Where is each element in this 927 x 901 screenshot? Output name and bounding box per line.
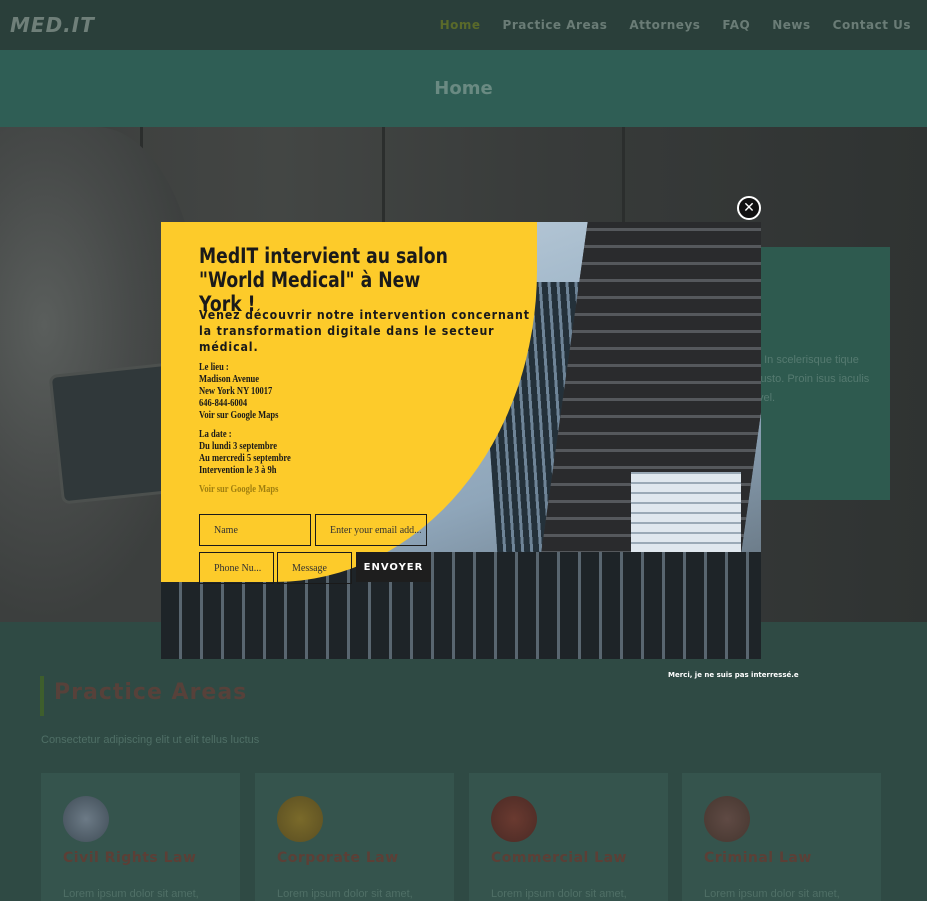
practice-card-civil-rights[interactable]: Civil Rights Law Lorem ipsum dolor sit a… — [41, 773, 240, 901]
event-popup: MedIT intervient au salon "World Medical… — [161, 222, 761, 659]
dove-icon — [63, 796, 109, 842]
nav-news[interactable]: News — [772, 18, 810, 32]
page-title-bar: Home — [0, 50, 927, 127]
practice-card-title: Civil Rights Law — [63, 850, 197, 866]
practice-card-corporate[interactable]: Corporate Law Lorem ipsum dolor sit amet… — [255, 773, 454, 901]
place-info: Le lieu : Madison Avenue New York NY 100… — [199, 362, 369, 422]
section-accent-bar — [40, 676, 44, 716]
scales-icon — [277, 796, 323, 842]
place-line: Voir sur Google Maps — [199, 410, 279, 421]
hero-card-text: . In scelerisque tique justo. Proin isus… — [758, 354, 870, 404]
submit-button[interactable]: ENVOYER — [356, 552, 431, 582]
nav-attorneys[interactable]: Attorneys — [629, 18, 700, 32]
popup-lead: Venez découvrir notre intervention conce… — [199, 307, 530, 354]
site-logo[interactable]: MED.IT — [10, 13, 95, 37]
page-title: Home — [434, 78, 493, 99]
practice-areas-section: Practice Areas Consectetur adipiscing el… — [0, 622, 927, 901]
gavel-icon — [704, 796, 750, 842]
practice-card-desc: Lorem ipsum dolor sit amet, — [491, 888, 627, 900]
practice-card-criminal[interactable]: Criminal Law Lorem ipsum dolor sit amet, — [682, 773, 881, 901]
date-label: La date : — [199, 429, 232, 440]
practice-card-desc: Lorem ipsum dolor sit amet, — [63, 888, 199, 900]
nav-contact-us[interactable]: Contact Us — [833, 18, 911, 32]
top-navigation-bar: MED.IT Home Practice Areas Attorneys FAQ… — [0, 0, 927, 50]
decline-link[interactable]: Merci, je ne suis pas interressé.e — [668, 671, 799, 679]
practice-areas-title: Practice Areas — [54, 680, 248, 705]
place-line: New York NY 10017 — [199, 386, 273, 397]
nav-home[interactable]: Home — [440, 18, 481, 32]
close-icon[interactable]: ✕ — [737, 196, 761, 220]
practice-card-desc: Lorem ipsum dolor sit amet, — [704, 888, 840, 900]
date-line: Intervention le 3 à 9h — [199, 465, 277, 476]
email-field[interactable]: Enter your email add... — [315, 514, 427, 546]
practice-card-title: Commercial Law — [491, 850, 627, 866]
popup-title: MedIT intervient au salon "World Medical… — [199, 244, 448, 316]
practice-card-desc: Lorem ipsum dolor sit amet, — [277, 888, 413, 900]
nav-faq[interactable]: FAQ — [722, 18, 750, 32]
message-field[interactable]: Message — [277, 552, 352, 584]
nav-practice-areas[interactable]: Practice Areas — [503, 18, 608, 32]
place-line: 646-844-6004 — [199, 398, 248, 409]
place-label: Le lieu : — [199, 362, 229, 373]
main-nav: Home Practice Areas Attorneys FAQ News C… — [440, 18, 911, 32]
date-line: Au mercredi 5 septembre — [199, 453, 291, 464]
date-info: La date : Du lundi 3 septembre Au mercre… — [199, 429, 369, 477]
name-field[interactable]: Name — [199, 514, 311, 546]
place-line: Madison Avenue — [199, 374, 260, 385]
phone-field[interactable]: Phone Nu... — [199, 552, 274, 584]
seal-icon — [491, 796, 537, 842]
practice-card-title: Corporate Law — [277, 850, 399, 866]
practice-areas-subtitle: Consectetur adipiscing elit ut elit tell… — [41, 734, 260, 746]
date-line: Du lundi 3 septembre — [199, 441, 278, 452]
practice-card-title: Criminal Law — [704, 850, 812, 866]
practice-card-commercial[interactable]: Commercial Law Lorem ipsum dolor sit ame… — [469, 773, 668, 901]
google-maps-link[interactable]: Voir sur Google Maps — [199, 484, 278, 495]
